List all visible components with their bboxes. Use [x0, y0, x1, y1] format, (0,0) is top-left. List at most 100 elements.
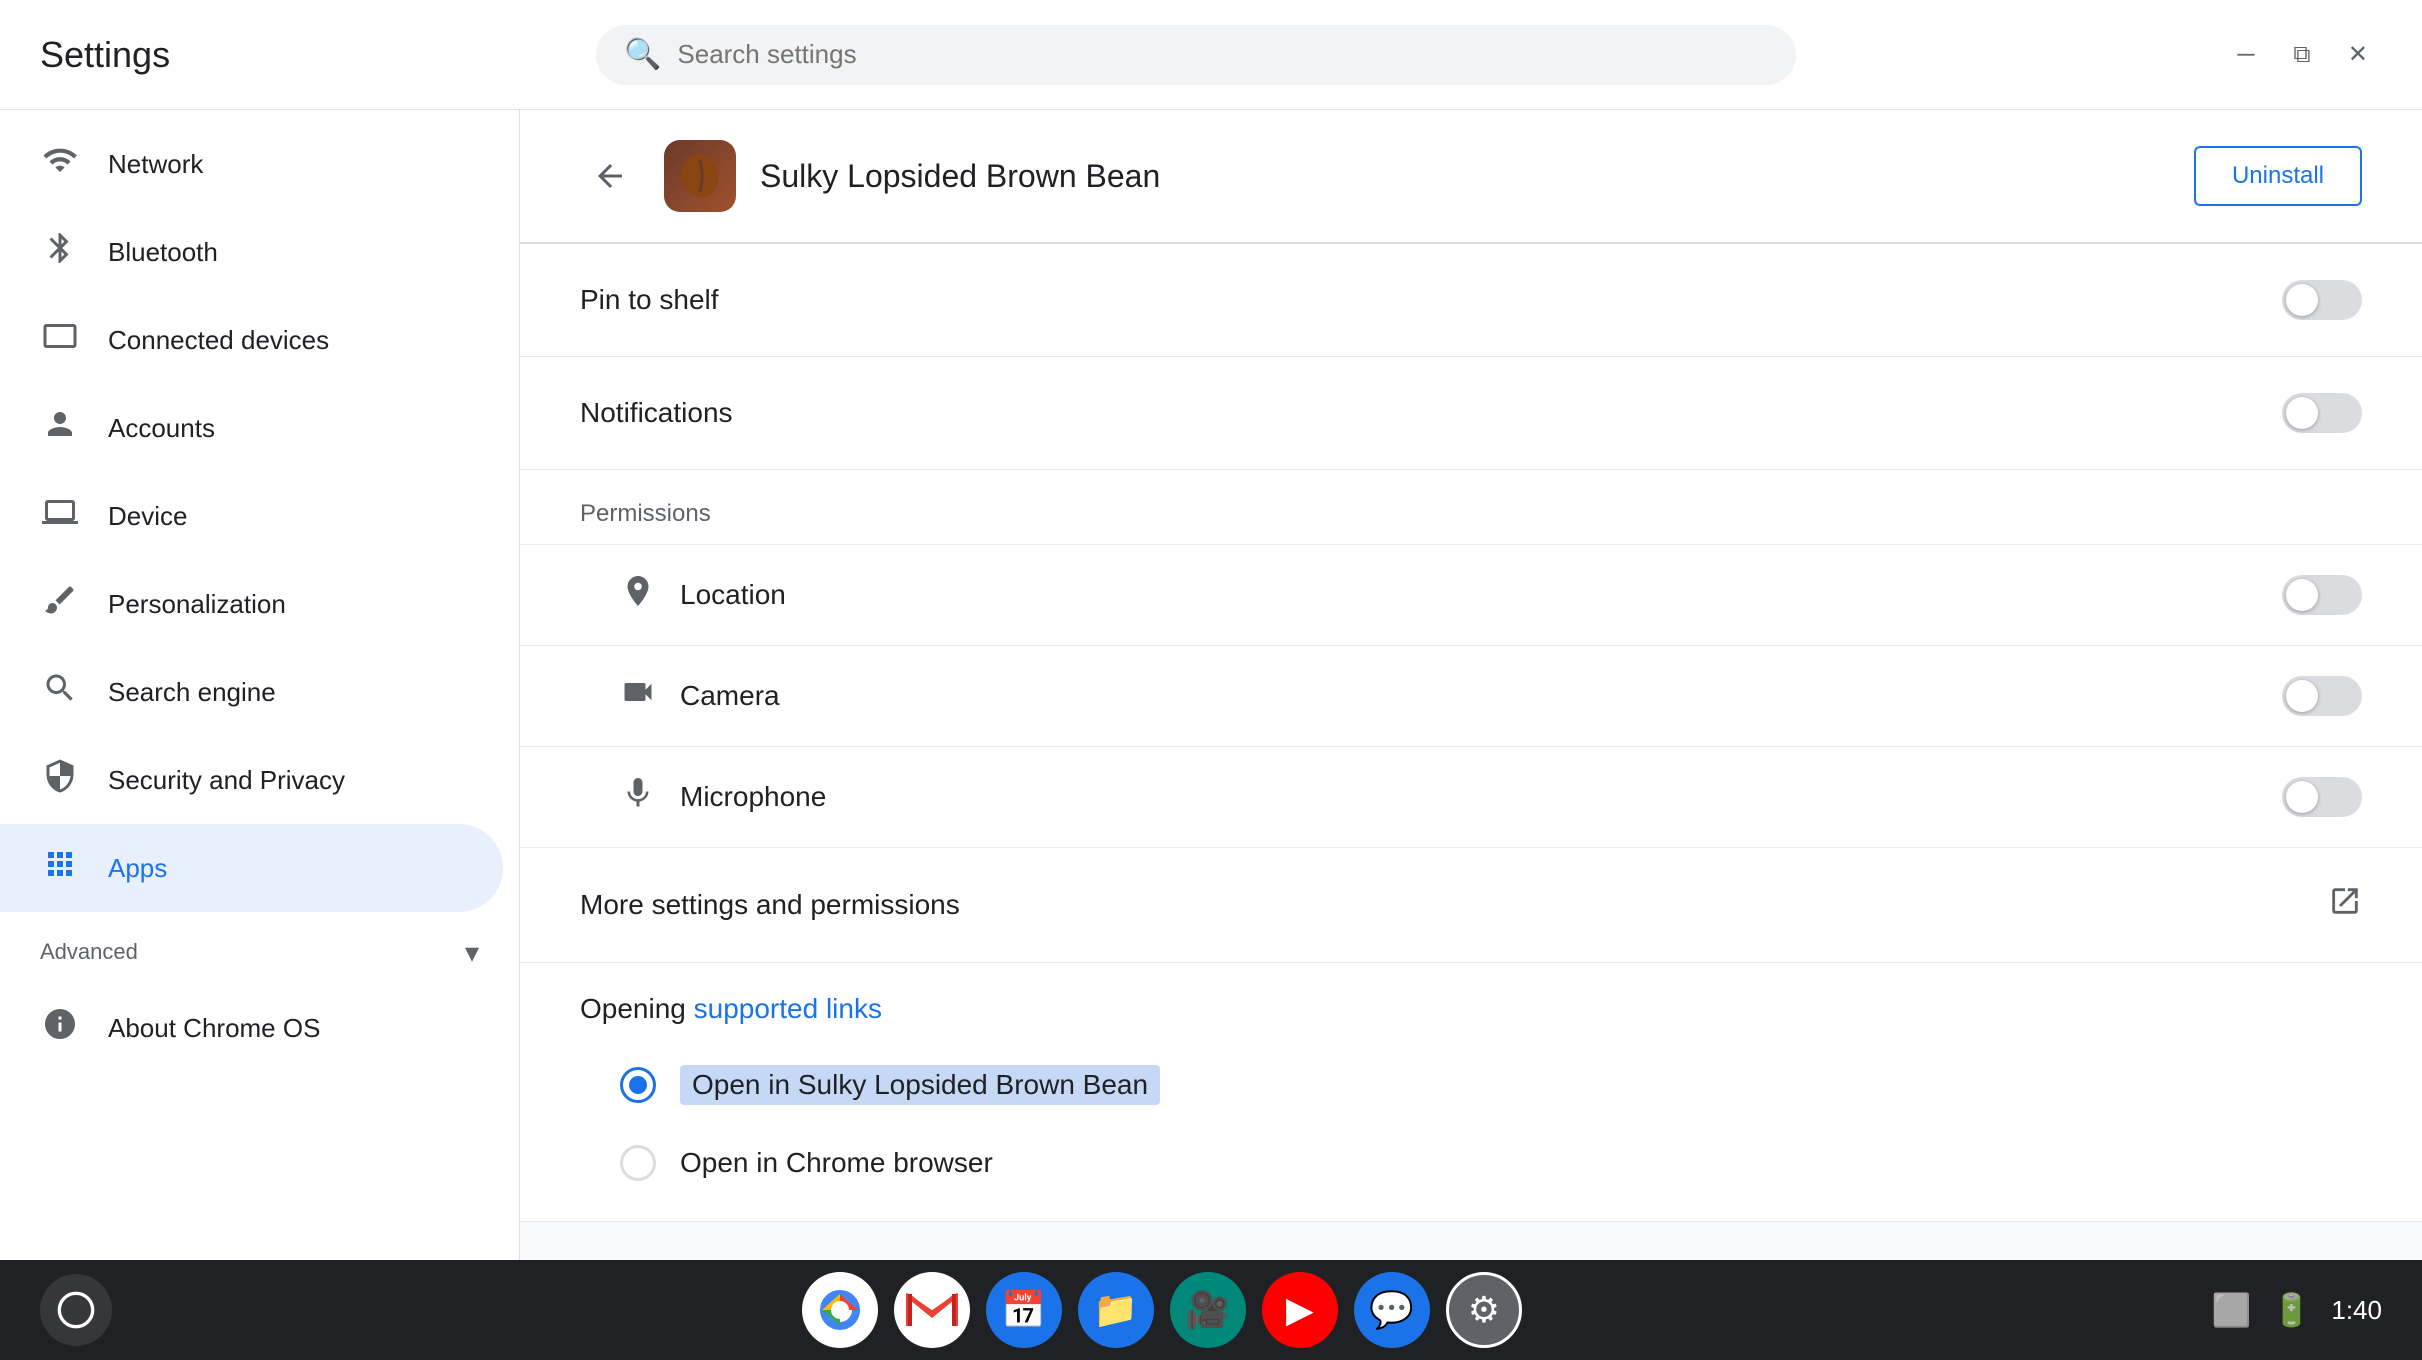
laptop-icon: [40, 494, 80, 539]
sidebar-item-label: Search engine: [108, 677, 276, 708]
sidebar-item-security-privacy[interactable]: Security and Privacy: [0, 736, 503, 824]
settings-body: Network Bluetooth Connected devices: [0, 110, 2422, 1260]
permissions-section-header: Permissions: [520, 470, 2422, 545]
camera-permission-row: Camera: [520, 646, 2422, 747]
microphone-permission-row: Microphone: [520, 747, 2422, 848]
battery-icon[interactable]: 🔋: [2272, 1291, 2312, 1329]
close-button[interactable]: ✕: [2334, 35, 2382, 75]
pin-to-shelf-toggle[interactable]: [2282, 280, 2362, 320]
camera-toggle[interactable]: [2282, 676, 2362, 716]
taskbar-app-messages[interactable]: 💬: [1354, 1272, 1430, 1348]
taskbar-app-meet[interactable]: 🎥: [1170, 1272, 1246, 1348]
notifications-toggle[interactable]: [2282, 393, 2362, 433]
sidebar-item-connected-devices[interactable]: Connected devices: [0, 296, 503, 384]
taskbar-center: 📅 📁 🎥 ▶ 💬 ⚙: [802, 1272, 1522, 1348]
search-engine-icon: [40, 670, 80, 715]
open-in-chrome-option[interactable]: Open in Chrome browser: [520, 1125, 2422, 1221]
sidebar-item-apps[interactable]: Apps: [0, 824, 503, 912]
more-settings-row[interactable]: More settings and permissions: [520, 848, 2422, 963]
pin-to-shelf-label: Pin to shelf: [580, 284, 719, 316]
supported-links[interactable]: supported links: [694, 993, 882, 1024]
window-header: Settings 🔍 ─ ⧉ ✕: [0, 0, 2422, 110]
taskbar-app-settings[interactable]: ⚙: [1446, 1272, 1522, 1348]
open-in-app-option[interactable]: Open in Sulky Lopsided Brown Bean: [520, 1045, 2422, 1125]
pin-to-shelf-row: Pin to shelf: [520, 244, 2422, 357]
minimize-button[interactable]: ─: [2222, 35, 2270, 75]
app-icon: [664, 140, 736, 212]
app-name: Sulky Lopsided Brown Bean: [760, 158, 2170, 195]
sidebar-item-label: About Chrome OS: [108, 1013, 320, 1044]
screen-icon[interactable]: ⬜: [2212, 1291, 2252, 1329]
taskbar-app-chrome[interactable]: [802, 1272, 878, 1348]
sidebar-item-label: Personalization: [108, 589, 286, 620]
sidebar-item-label: Device: [108, 501, 187, 532]
app-header: Sulky Lopsided Brown Bean Uninstall: [520, 110, 2422, 244]
sidebar-item-accounts[interactable]: Accounts: [0, 384, 503, 472]
camera-icon: [620, 674, 656, 718]
location-icon: [620, 573, 656, 617]
opening-section: Opening supported links Open in Sulky Lo…: [520, 963, 2422, 1222]
sidebar-item-label: Security and Privacy: [108, 765, 345, 796]
advanced-chevron-icon: ▾: [465, 936, 479, 969]
opening-header: Opening supported links: [520, 963, 2422, 1045]
apps-grid-icon: [40, 846, 80, 891]
taskbar-right: ⬜ 🔋 1:40: [2212, 1291, 2382, 1329]
taskbar-left: [40, 1274, 112, 1346]
sidebar-item-label: Bluetooth: [108, 237, 218, 268]
notifications-row: Notifications: [520, 357, 2422, 470]
open-in-app-radio[interactable]: [620, 1067, 656, 1103]
settings-window: Settings 🔍 ─ ⧉ ✕ Network: [0, 0, 2422, 1260]
back-button[interactable]: [580, 146, 640, 206]
shield-icon: [40, 758, 80, 803]
microphone-toggle[interactable]: [2282, 777, 2362, 817]
external-link-icon: [2328, 884, 2362, 926]
taskbar-app-calendar[interactable]: 📅: [986, 1272, 1062, 1348]
location-permission-row: Location: [520, 545, 2422, 646]
open-in-chrome-label: Open in Chrome browser: [680, 1147, 993, 1179]
location-left: Location: [620, 573, 786, 617]
header-left: Settings: [40, 34, 170, 76]
search-icon: 🔍: [624, 37, 661, 72]
microphone-left: Microphone: [620, 775, 826, 819]
microphone-icon: [620, 775, 656, 819]
taskbar-app-youtube[interactable]: ▶: [1262, 1272, 1338, 1348]
launcher-button[interactable]: [40, 1274, 112, 1346]
bluetooth-icon: [40, 230, 80, 275]
content-area: Sulky Lopsided Brown Bean Uninstall Pin …: [520, 110, 2422, 1260]
notifications-label: Notifications: [580, 397, 733, 429]
search-bar[interactable]: 🔍: [596, 25, 1796, 85]
open-in-chrome-radio[interactable]: [620, 1145, 656, 1181]
sidebar-advanced-section[interactable]: Advanced ▾: [0, 912, 519, 984]
brush-icon: [40, 582, 80, 627]
taskbar-app-gmail[interactable]: [894, 1272, 970, 1348]
camera-left: Camera: [620, 674, 780, 718]
advanced-label: Advanced: [40, 939, 138, 965]
wifi-icon: [40, 142, 80, 187]
person-icon: [40, 406, 80, 451]
sidebar-item-device[interactable]: Device: [0, 472, 503, 560]
location-label: Location: [680, 579, 786, 611]
taskbar: 📅 📁 🎥 ▶ 💬 ⚙ ⬜ 🔋 1:40: [0, 1260, 2422, 1360]
uninstall-button[interactable]: Uninstall: [2194, 146, 2362, 206]
sidebar-item-label: Network: [108, 149, 203, 180]
window-title: Settings: [40, 34, 170, 76]
sidebar-item-label: Connected devices: [108, 325, 329, 356]
sidebar-item-label: Accounts: [108, 413, 215, 444]
window-controls: ─ ⧉ ✕: [2222, 35, 2382, 75]
maximize-button[interactable]: ⧉: [2278, 35, 2326, 75]
taskbar-time: 1:40: [2331, 1295, 2382, 1326]
sidebar-item-personalization[interactable]: Personalization: [0, 560, 503, 648]
sidebar-item-network[interactable]: Network: [0, 120, 503, 208]
sidebar-item-label: Apps: [108, 853, 167, 884]
opening-prefix: Opening: [580, 993, 694, 1024]
info-icon: [40, 1006, 80, 1051]
sidebar-item-search-engine[interactable]: Search engine: [0, 648, 503, 736]
taskbar-app-files[interactable]: 📁: [1078, 1272, 1154, 1348]
sidebar-item-bluetooth[interactable]: Bluetooth: [0, 208, 503, 296]
sidebar-item-about[interactable]: About Chrome OS: [0, 984, 503, 1072]
search-input[interactable]: [677, 39, 1768, 70]
permissions-label: Permissions: [580, 500, 711, 527]
microphone-label: Microphone: [680, 781, 826, 813]
location-toggle[interactable]: [2282, 575, 2362, 615]
sidebar: Network Bluetooth Connected devices: [0, 110, 520, 1260]
